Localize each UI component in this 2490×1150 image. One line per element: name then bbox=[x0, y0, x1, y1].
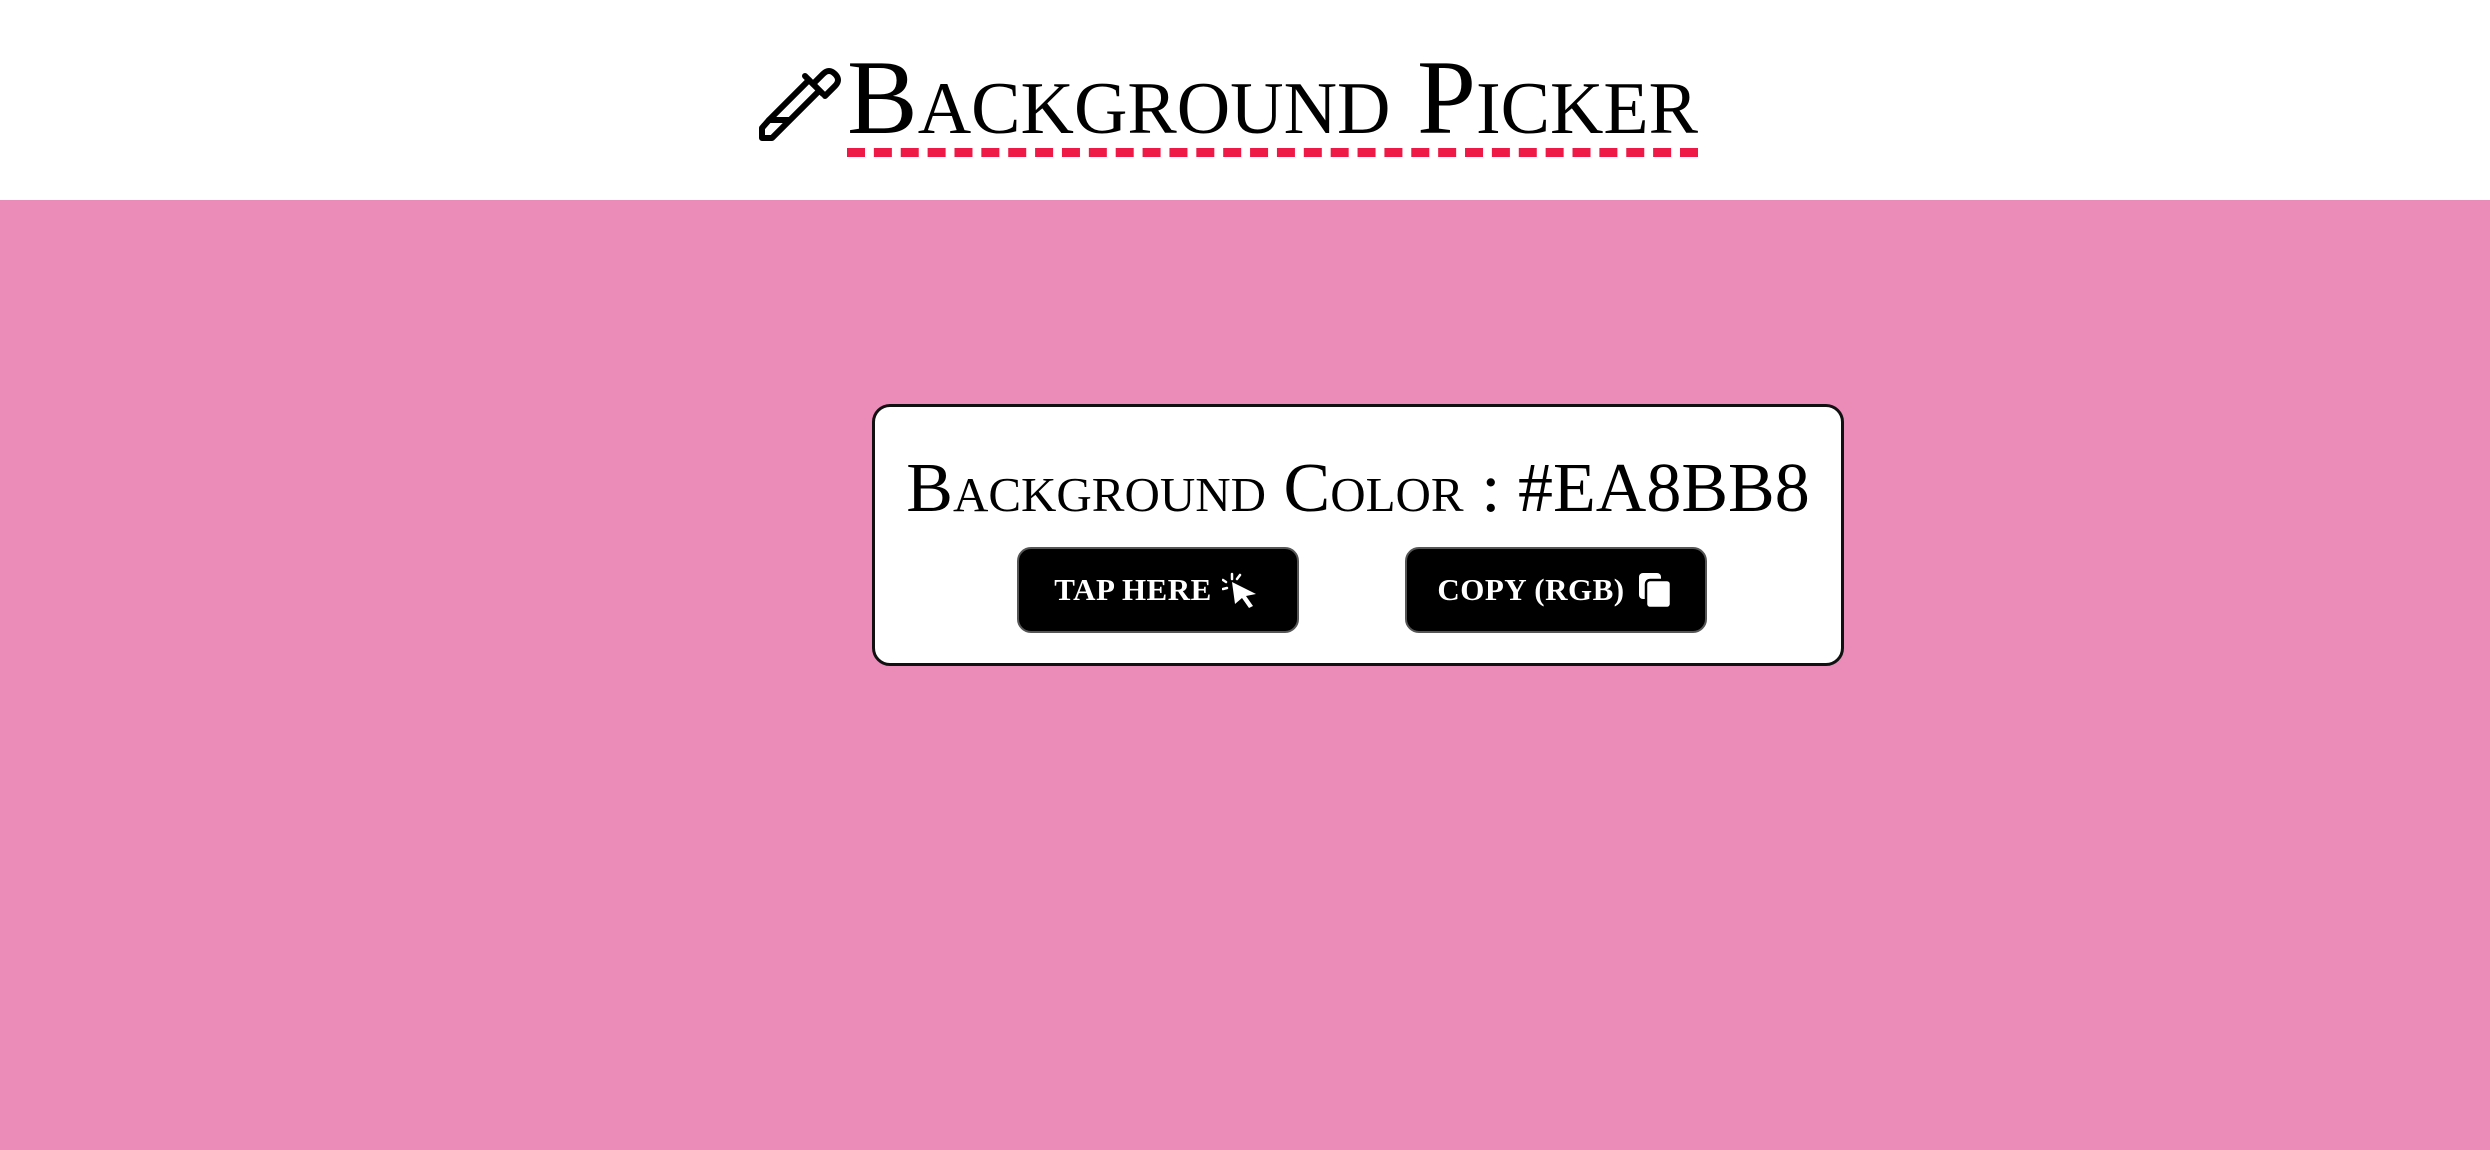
title-wrap: Background Picker bbox=[757, 39, 1698, 158]
copy-rgb-label: COPY (RGB) bbox=[1437, 572, 1625, 607]
color-heading: Background Color : #EA8BB8 bbox=[875, 449, 1841, 529]
page-title: Background Picker bbox=[847, 39, 1698, 157]
color-label: Background Color bbox=[906, 450, 1464, 527]
color-card: Background Color : #EA8BB8 TAP HERE COPY… bbox=[872, 404, 1844, 666]
pointer-click-icon bbox=[1221, 572, 1256, 608]
color-stage: Background Color : #EA8BB8 TAP HERE COPY… bbox=[0, 200, 2490, 1150]
eyedropper-icon bbox=[759, 68, 841, 141]
color-separator: : bbox=[1463, 450, 1519, 527]
copy-rgb-button[interactable]: COPY (RGB) bbox=[1405, 547, 1707, 633]
tap-here-label: TAP HERE bbox=[1054, 572, 1212, 607]
header: Background Picker bbox=[0, 0, 2490, 200]
copy-icon bbox=[1638, 573, 1672, 610]
color-hex-value: #EA8BB8 bbox=[1518, 450, 1810, 527]
tap-here-button[interactable]: TAP HERE bbox=[1017, 547, 1299, 633]
